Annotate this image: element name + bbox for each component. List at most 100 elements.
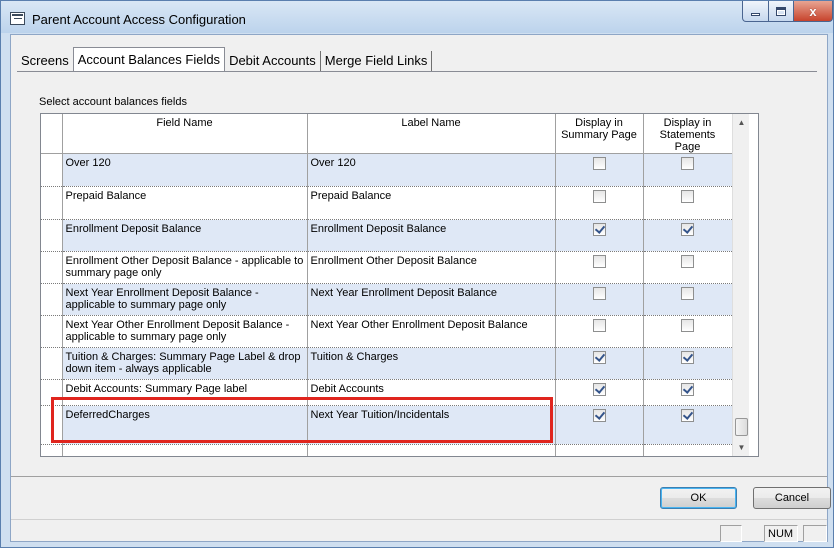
summary-checkbox[interactable] [592,351,606,364]
row-header[interactable] [41,379,63,406]
label-name-cell[interactable]: Enrollment Other Deposit Balance [307,251,556,284]
app-icon[interactable] [10,12,25,25]
label-name-cell[interactable]: Debit Accounts [307,379,556,406]
row-header[interactable] [41,186,63,220]
row-header[interactable] [41,251,63,284]
minimize-icon [751,13,760,16]
column-header-statements-page[interactable]: Display in Statements Page [643,114,733,154]
title-bar[interactable]: Parent Account Access Configuration x [1,1,833,33]
table-row[interactable]: Prepaid Balance Prepaid Balance [41,186,733,220]
summary-cell [555,315,644,348]
status-num-indicator: NUM [764,525,798,542]
field-name-cell[interactable]: Debit Accounts: Summary Page label [62,379,308,406]
label-name-cell[interactable]: Next Year Other Enrollment Deposit Balan… [307,315,556,348]
summary-checkbox[interactable] [592,287,606,300]
table-row[interactable]: Tuition & Charges: Summary Page Label & … [41,347,733,380]
field-name-cell[interactable]: Tuition & Charges: Summary Page Label & … [62,347,308,380]
table-row[interactable]: Next Year Enrollment Deposit Balance - a… [41,283,733,316]
cancel-button[interactable]: Cancel [753,487,831,509]
scroll-down-arrow-icon[interactable]: ▼ [733,439,750,456]
field-name-cell[interactable]: DeferredCharges [62,405,308,445]
statements-cell[interactable] [643,444,733,456]
statements-checkbox[interactable] [681,190,694,203]
vertical-scrollbar[interactable]: ▲ ▼ [732,114,749,456]
field-name-cell[interactable]: Next Year Other Enrollment Deposit Balan… [62,315,308,348]
tab-screens[interactable]: Screens [17,51,73,72]
row-header-corner [41,114,63,154]
field-name-cell[interactable] [62,444,308,456]
label-name-cell[interactable]: Over 120 [307,153,556,187]
column-header-summary-page[interactable]: Display in Summary Page [555,114,644,154]
label-name-cell[interactable]: Prepaid Balance [307,186,556,220]
row-header[interactable] [41,444,63,456]
field-name-cell[interactable]: Prepaid Balance [62,186,308,220]
statements-cell [643,379,733,406]
summary-checkbox[interactable] [592,190,606,203]
column-header-label-name[interactable]: Label Name [307,114,556,154]
statements-checkbox[interactable] [681,319,694,332]
column-header-field-name[interactable]: Field Name [62,114,308,154]
table-row[interactable]: Next Year Other Enrollment Deposit Balan… [41,315,733,348]
field-name-cell[interactable]: Enrollment Deposit Balance [62,219,308,252]
status-bar: NUM [11,519,827,542]
summary-checkbox[interactable] [592,383,606,396]
label-name-cell[interactable]: Tuition & Charges [307,347,556,380]
summary-checkbox[interactable] [592,319,606,332]
summary-cell [555,379,644,406]
statements-checkbox[interactable] [681,383,694,396]
status-pane-empty [720,525,742,542]
tab-account-balances-fields[interactable]: Account Balances Fields [72,47,226,72]
label-name-cell[interactable]: Next Year Tuition/Incidentals [307,405,556,445]
tab-merge-field-links[interactable]: Merge Field Links [321,51,433,72]
summary-cell[interactable] [555,444,644,456]
statements-checkbox[interactable] [681,409,694,422]
label-name-cell[interactable]: Next Year Enrollment Deposit Balance [307,283,556,316]
statements-cell [643,186,733,220]
table-row[interactable]: Enrollment Other Deposit Balance - appli… [41,251,733,284]
row-header[interactable] [41,219,63,252]
table-row[interactable]: DeferredCharges Next Year Tuition/Incide… [41,405,733,445]
row-header[interactable] [41,347,63,380]
statements-checkbox[interactable] [681,287,694,300]
field-name-cell[interactable]: Next Year Enrollment Deposit Balance - a… [62,283,308,316]
statements-cell [643,347,733,380]
label-name-cell[interactable] [307,444,556,456]
maximize-button[interactable] [768,1,794,22]
summary-cell [555,186,644,220]
dialog-client: Screens Account Balances Fields Debit Ac… [10,34,831,542]
statements-checkbox[interactable] [681,157,694,170]
summary-checkbox[interactable] [592,223,606,236]
app-window: Parent Account Access Configuration x Sc… [0,0,834,548]
tab-strip: Screens Account Balances Fields Debit Ac… [17,46,433,72]
row-header[interactable] [41,153,63,187]
scrollbar-thumb[interactable] [735,418,748,436]
field-name-cell[interactable]: Over 120 [62,153,308,187]
row-header[interactable] [41,405,63,445]
statements-checkbox[interactable] [681,351,694,364]
status-pane-empty-right [803,525,827,542]
row-header[interactable] [41,283,63,316]
close-button[interactable]: x [793,1,833,22]
statements-cell [643,315,733,348]
summary-cell [555,219,644,252]
statements-checkbox[interactable] [681,223,694,236]
statements-cell [643,283,733,316]
table-row[interactable]: Enrollment Deposit Balance Enrollment De… [41,219,733,252]
summary-checkbox[interactable] [592,157,606,170]
account-balances-grid[interactable]: Field Name Label Name Display in Summary… [40,113,759,457]
summary-cell [555,405,644,445]
ok-button[interactable]: OK [660,487,737,509]
scroll-up-arrow-icon[interactable]: ▲ [733,114,750,131]
summary-checkbox[interactable] [592,409,606,422]
table-row[interactable]: Over 120 Over 120 [41,153,733,187]
summary-cell [555,283,644,316]
table-row[interactable]: Debit Accounts: Summary Page label Debit… [41,379,733,406]
statements-checkbox[interactable] [681,255,694,268]
label-name-cell[interactable]: Enrollment Deposit Balance [307,219,556,252]
minimize-button[interactable] [742,1,769,22]
table-row-new[interactable] [41,444,733,456]
summary-checkbox[interactable] [592,255,606,268]
field-name-cell[interactable]: Enrollment Other Deposit Balance - appli… [62,251,308,284]
tab-debit-accounts[interactable]: Debit Accounts [225,51,321,72]
row-header[interactable] [41,315,63,348]
